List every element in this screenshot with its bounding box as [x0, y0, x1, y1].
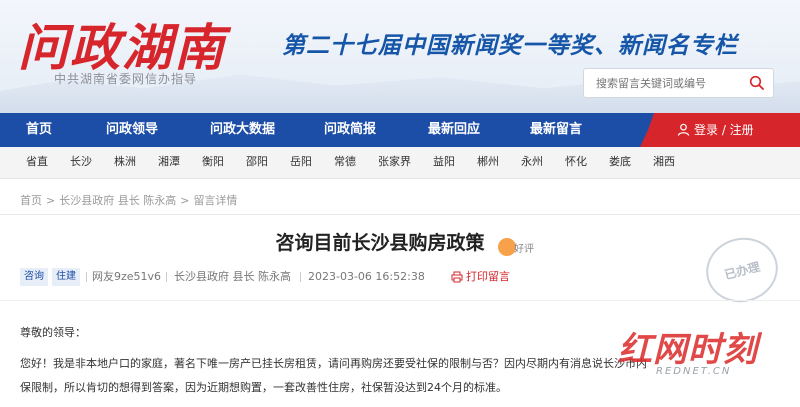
- divider: [166, 272, 167, 282]
- city-item[interactable]: 常德: [334, 147, 356, 177]
- good-rating-button[interactable]: 好评: [498, 237, 536, 257]
- watermark-main: 红网时刻: [618, 330, 758, 370]
- search-box[interactable]: [583, 68, 774, 98]
- city-nav: 省直 长沙 株洲 湘潭 衡阳 邵阳 岳阳 常德 张家界 益阳 郴州 永州 怀化 …: [0, 147, 800, 179]
- city-item[interactable]: 湘潭: [158, 147, 180, 177]
- city-item[interactable]: 长沙: [70, 147, 92, 177]
- nav-item-briefing[interactable]: 问政简报: [324, 113, 376, 147]
- city-item[interactable]: 株洲: [114, 147, 136, 177]
- good-rating-label: 好评: [514, 244, 534, 255]
- chevron-right-icon: >: [46, 194, 56, 207]
- nav-item-leaders[interactable]: 问政领导: [106, 113, 158, 147]
- city-item[interactable]: 省直: [26, 147, 48, 177]
- divider: [300, 272, 301, 282]
- breadcrumb-department[interactable]: 长沙县政府 县长 陈永高: [59, 192, 176, 208]
- site-header: 问政湖南 中共湖南省委网信办指导 第二十七届中国新闻奖一等奖、新闻名专栏: [0, 0, 800, 113]
- post-title: 咨询目前长沙县购房政策: [275, 232, 485, 254]
- post-datetime: 2023-03-06 16:52:38: [308, 270, 425, 283]
- nav-item-home[interactable]: 首页: [26, 113, 52, 147]
- login-register-button[interactable]: 登录 / 注册: [640, 113, 800, 147]
- breadcrumb-home[interactable]: 首页: [20, 192, 42, 208]
- city-item[interactable]: 娄底: [609, 147, 631, 177]
- city-item[interactable]: 怀化: [565, 147, 587, 177]
- award-banner: 第二十七届中国新闻奖一等奖、新闻名专栏: [282, 32, 738, 59]
- status-stamp-label: 已办理: [723, 259, 762, 283]
- divider: [86, 272, 87, 282]
- breadcrumb: 首页 > 长沙县政府 县长 陈永高 > 留言详情: [20, 192, 237, 208]
- post-author: 网友9ze51v6: [92, 270, 162, 283]
- nav-item-latest-response[interactable]: 最新回应: [428, 113, 480, 147]
- city-item[interactable]: 邵阳: [246, 147, 268, 177]
- site-logo-subtitle: 中共湖南省委网信办指导: [54, 72, 198, 86]
- city-item[interactable]: 永州: [521, 147, 543, 177]
- divider: [0, 300, 800, 301]
- login-register-label: 登录 / 注册: [694, 123, 754, 137]
- printer-icon[interactable]: [451, 271, 463, 283]
- watermark-sub: REDNET.CN: [656, 366, 732, 377]
- chevron-right-icon: >: [180, 194, 190, 207]
- city-item[interactable]: 岳阳: [290, 147, 312, 177]
- breadcrumb-current: 留言详情: [193, 194, 238, 207]
- print-message-link[interactable]: 打印留言: [466, 268, 510, 286]
- search-input[interactable]: [584, 69, 744, 97]
- domain-tag[interactable]: 住建: [52, 268, 80, 286]
- city-item[interactable]: 益阳: [433, 147, 455, 177]
- user-icon: [677, 123, 690, 136]
- city-item[interactable]: 衡阳: [202, 147, 224, 177]
- nav-item-bigdata[interactable]: 问政大数据: [210, 113, 275, 147]
- post-greeting: 尊敬的领导：: [20, 326, 86, 339]
- post-title-wrap: 咨询目前长沙县购房政策: [0, 228, 760, 255]
- category-tag[interactable]: 咨询: [20, 268, 48, 286]
- rednet-watermark: 红网时刻 REDNET.CN: [618, 322, 782, 384]
- post-target[interactable]: 长沙县政府 县长 陈永高: [174, 268, 291, 286]
- city-item[interactable]: 湘西: [653, 147, 675, 177]
- city-item[interactable]: 郴州: [477, 147, 499, 177]
- city-item[interactable]: 张家界: [378, 147, 411, 177]
- nav-item-latest-message[interactable]: 最新留言: [530, 113, 582, 147]
- divider: [0, 214, 800, 215]
- search-icon[interactable]: [749, 75, 765, 91]
